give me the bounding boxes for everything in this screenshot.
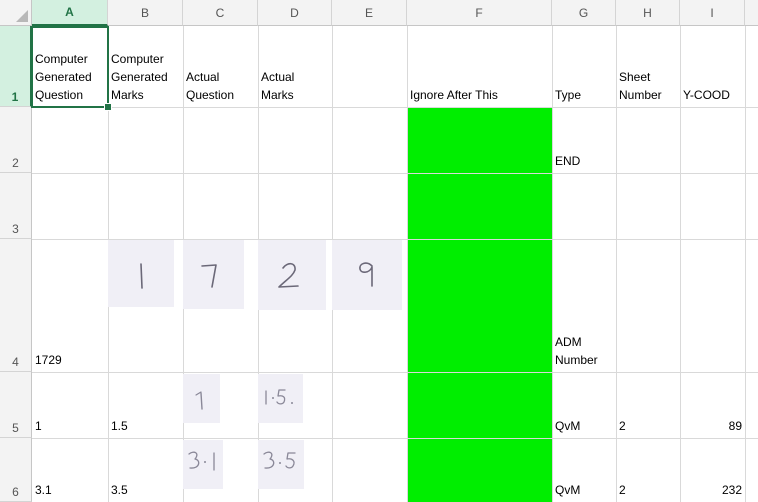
cell-b5-text: 1.5 (111, 419, 128, 433)
gridline (745, 26, 746, 502)
cell-g6[interactable]: QvM (552, 438, 616, 502)
column-header-a[interactable]: A (32, 0, 108, 26)
cell-d1-line: Marks (261, 88, 294, 102)
cell-b1-line: Computer (111, 52, 164, 66)
cell-h5[interactable]: 2 (616, 372, 680, 438)
cell-i6[interactable]: 232 (680, 438, 745, 502)
active-cell-outline[interactable] (31, 26, 109, 108)
cell-c1-line: Actual (186, 70, 220, 84)
cell-f1[interactable]: Ignore After This (407, 26, 552, 107)
handwritten-digit-image[interactable] (183, 374, 220, 423)
row-header-1[interactable]: 1 (0, 26, 32, 107)
row-header-4[interactable]: 4 (0, 239, 32, 372)
cell-a6[interactable]: 3.1 (32, 438, 108, 502)
gridline (32, 107, 758, 108)
column-header-e[interactable]: E (332, 0, 407, 26)
cell-g4-line: ADM (555, 335, 582, 349)
column-header-f[interactable]: F (407, 0, 552, 26)
cell-a5[interactable]: 1 (32, 372, 108, 438)
column-header-b[interactable]: B (108, 0, 183, 26)
handwritten-digit-image[interactable] (332, 240, 402, 310)
cell-g5[interactable]: QvM (552, 372, 616, 438)
cell-b5[interactable]: 1.5 (108, 372, 183, 438)
cell-g6-text: QvM (555, 483, 581, 497)
cell-c1[interactable]: Actual Question (183, 26, 258, 107)
cell-b1[interactable]: Computer Generated Marks (108, 26, 183, 107)
cell-b1-line: Generated (111, 70, 168, 84)
cell-d1-line: Actual (261, 70, 295, 84)
row-header-6[interactable]: 6 (0, 438, 32, 502)
cell-d1[interactable]: Actual Marks (258, 26, 332, 107)
cell-h1-line: Sheet (619, 70, 651, 84)
handwritten-digit-image[interactable] (108, 240, 174, 307)
select-all-corner[interactable] (0, 0, 32, 26)
cell-g2[interactable]: END (552, 107, 616, 173)
handwritten-digit-image[interactable] (258, 374, 303, 423)
column-header-next[interactable] (745, 0, 758, 26)
fill-handle[interactable] (104, 103, 112, 111)
cell-a4-text: 1729 (35, 353, 62, 367)
cell-b6-text: 3.5 (111, 483, 128, 497)
cell-a4[interactable]: 1729 (32, 239, 108, 372)
cell-i6-text: 232 (721, 483, 742, 497)
cell-g5-text: QvM (555, 419, 581, 433)
handwritten-digit-image[interactable] (258, 240, 326, 310)
column-header-d[interactable]: D (258, 0, 332, 26)
cell-c1-line: Question (186, 88, 235, 102)
column-header-h[interactable]: H (616, 0, 680, 26)
cell-b1-line: Marks (111, 88, 144, 102)
cell-i5[interactable]: 89 (680, 372, 745, 438)
cell-g2-text: END (555, 154, 581, 168)
cell-i1[interactable]: Y-COOD (680, 26, 745, 107)
gridline (32, 173, 758, 174)
select-all-triangle-icon (16, 10, 28, 22)
cell-h5-text: 2 (619, 419, 626, 433)
cell-i5-text: 89 (728, 419, 742, 433)
cell-h1-line: Number (619, 88, 662, 102)
cell-g1[interactable]: Type (552, 26, 616, 107)
handwritten-digit-image[interactable] (183, 440, 223, 489)
cell-b6[interactable]: 3.5 (108, 438, 183, 502)
cell-g4[interactable]: ADM Number (552, 239, 616, 372)
handwritten-digit-image[interactable] (183, 240, 244, 309)
cell-g4-line: Number (555, 353, 598, 367)
column-header-c[interactable]: C (183, 0, 258, 26)
cell-h6-text: 2 (619, 483, 626, 497)
column-header-g[interactable]: G (552, 0, 616, 26)
cell-a5-text: 1 (35, 419, 42, 433)
cell-a6-text: 3.1 (35, 483, 52, 497)
cell-f1-text: Ignore After This (410, 88, 498, 102)
row-header-5[interactable]: 5 (0, 372, 32, 438)
row-header-3[interactable]: 3 (0, 173, 32, 239)
ignore-fill-region (407, 107, 552, 502)
row-header-2[interactable]: 2 (0, 107, 32, 173)
cell-e1[interactable] (332, 26, 407, 107)
column-header-i[interactable]: I (680, 0, 745, 26)
cell-i1-text: Y-COOD (683, 88, 730, 102)
cell-g1-text: Type (555, 88, 582, 102)
handwritten-digit-image[interactable] (258, 440, 304, 489)
cell-h1[interactable]: Sheet Number (616, 26, 680, 107)
cell-h6[interactable]: 2 (616, 438, 680, 502)
spreadsheet: A B C D E F G H I 1 2 3 4 5 6 Computer G… (0, 0, 758, 502)
